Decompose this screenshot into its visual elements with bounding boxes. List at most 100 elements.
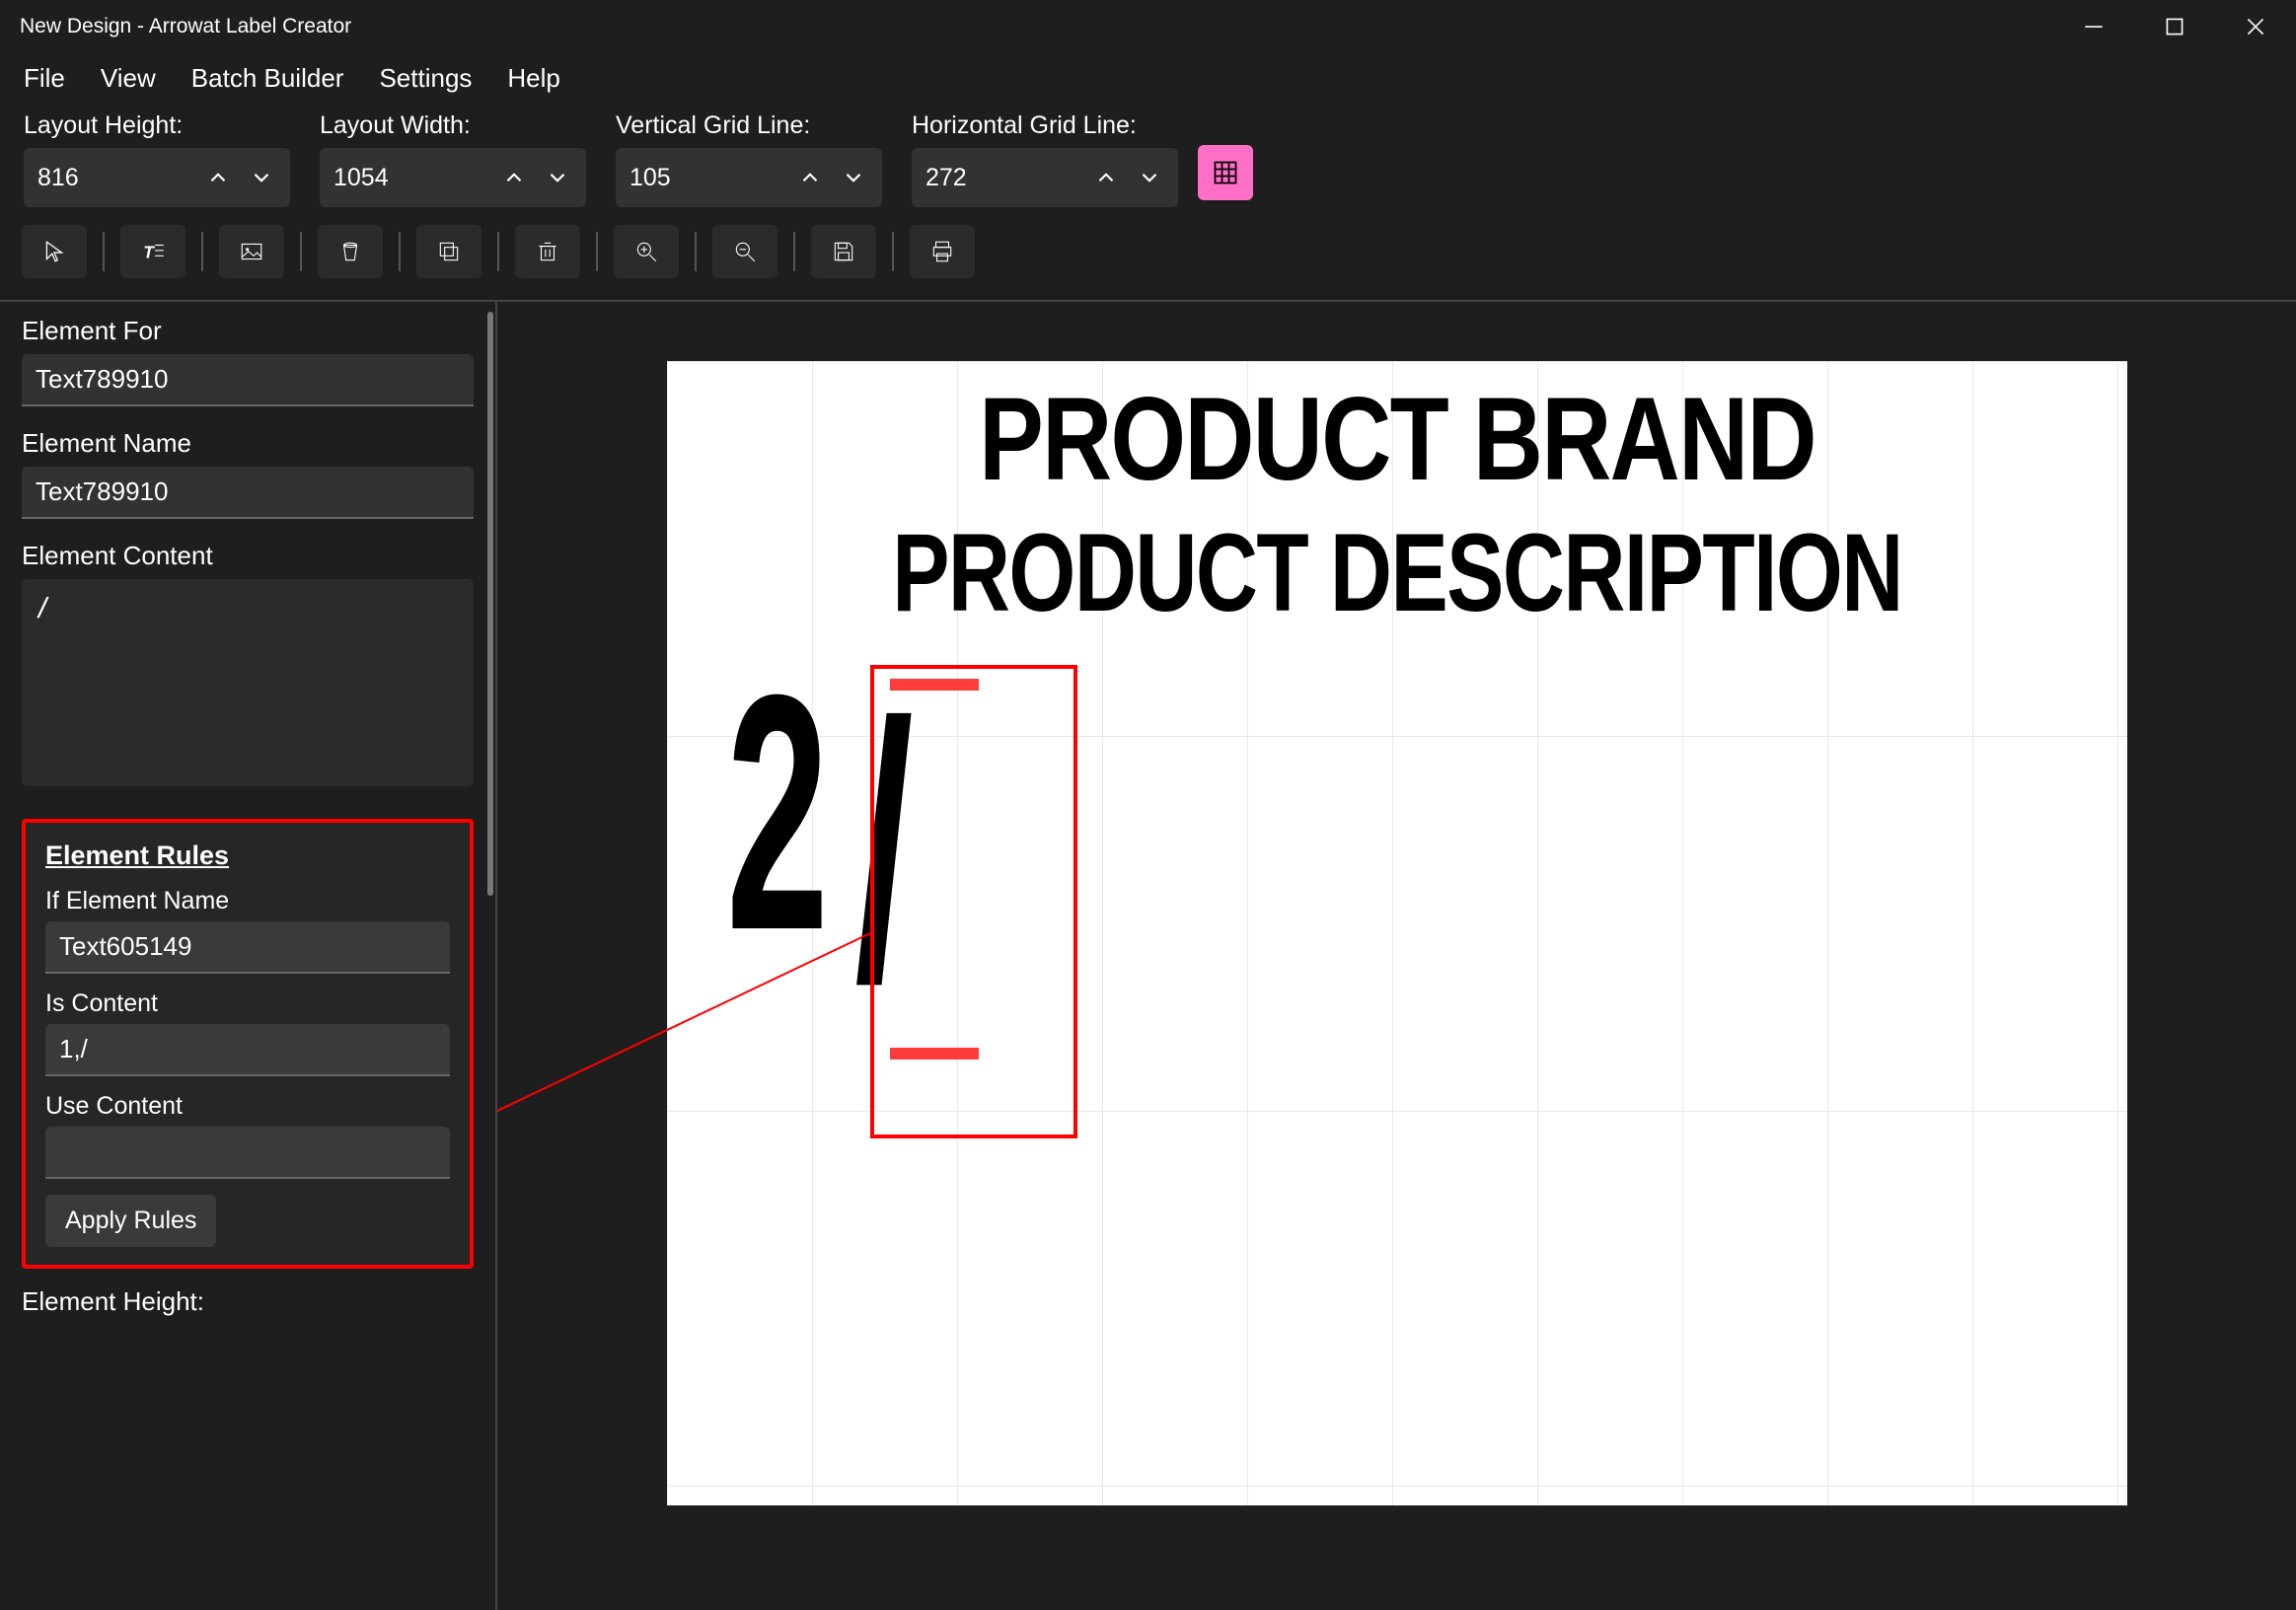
element-content-label: Element Content [22,541,474,571]
toolbar-sep [497,232,499,271]
maximize-button[interactable] [2134,0,2215,53]
maximize-icon [2162,14,2187,39]
chevron-down-icon [1137,165,1162,190]
cursor-tool[interactable] [22,225,87,278]
selection-handle-bottom[interactable] [890,1048,979,1060]
toolbar-sep [695,232,697,271]
vgrid-group: Vertical Grid Line: 105 [616,111,882,207]
sidebar-scrollbar-thumb[interactable] [487,312,493,896]
vgrid-label: Vertical Grid Line: [616,111,882,140]
cursor-icon [41,239,67,264]
window-title: New Design - Arrowat Label Creator [20,15,351,38]
layout-width-input[interactable]: 1054 [320,148,586,207]
text-icon: T [140,239,166,264]
element-for-input[interactable] [22,354,474,406]
layout-height-value: 816 [37,164,197,192]
rules-connector-line [497,933,874,1150]
grid-toggle[interactable] [1198,145,1253,200]
vgrid-input[interactable]: 105 [616,148,882,207]
hgrid-up[interactable] [1085,153,1127,202]
layout-width-label: Layout Width: [320,111,586,140]
vgrid-up[interactable] [789,153,831,202]
is-content-label: Is Content [45,989,450,1018]
chevron-up-icon [205,165,231,190]
chevron-up-icon [1093,165,1119,190]
menu-settings[interactable]: Settings [379,63,472,94]
bucket-tool[interactable] [318,225,383,278]
layout-height-group: Layout Height: 816 [24,111,290,207]
properties-panel: Element For Element Name Element Content… [0,302,497,1610]
if-element-name-input[interactable] [45,921,450,974]
print-icon [929,239,955,264]
toolbar-sep [892,232,894,271]
zoom-out-icon [732,239,758,264]
params-row: Layout Height: 816 Layout Width: 1054 Ve… [0,111,2296,221]
layout-width-up[interactable] [493,153,535,202]
element-for-label: Element For [22,316,474,346]
layout-height-up[interactable] [197,153,239,202]
if-element-name-label: If Element Name [45,887,450,915]
toolbar-sep [399,232,401,271]
menu-file[interactable]: File [24,63,65,94]
toolbar: T [0,221,2296,300]
layout-width-group: Layout Width: 1054 [320,111,586,207]
delete-tool[interactable] [515,225,580,278]
layout-width-down[interactable] [537,153,578,202]
layout-width-value: 1054 [333,164,493,192]
bucket-icon [337,239,363,264]
window-controls [2053,0,2296,53]
save-icon [831,239,856,264]
text-tool[interactable]: T [120,225,185,278]
sidebar-scrollbar[interactable] [487,312,493,1580]
element-rules-title: Element Rules [45,841,450,871]
canvas-area[interactable]: PRODUCT BRAND PRODUCT DESCRIPTION 2 / [497,302,2296,1610]
menu-batch-builder[interactable]: Batch Builder [191,63,344,94]
menubar: File View Batch Builder Settings Help [0,53,2296,111]
titlebar: New Design - Arrowat Label Creator [0,0,2296,53]
is-content-input[interactable] [45,1024,450,1076]
canvas-qty-text[interactable]: 2 [726,645,829,981]
image-icon [239,239,264,264]
menu-help[interactable]: Help [507,63,559,94]
layout-height-down[interactable] [241,153,282,202]
selection-box[interactable] [870,665,1077,1138]
chevron-down-icon [249,165,274,190]
hgrid-input[interactable]: 272 [912,148,1178,207]
svg-text:T: T [143,243,155,262]
element-content-input[interactable] [22,579,474,786]
selection-handle-top[interactable] [890,679,979,691]
trash-icon [535,239,560,264]
image-tool[interactable] [219,225,284,278]
zoom-in-icon [633,239,659,264]
menu-view[interactable]: View [101,63,156,94]
copy-tool[interactable] [416,225,481,278]
main-area: Element For Element Name Element Content… [0,300,2296,1610]
element-name-input[interactable] [22,467,474,519]
canvas-brand-text[interactable]: PRODUCT BRAND [798,371,1996,507]
minimize-button[interactable] [2053,0,2134,53]
chevron-down-icon [841,165,866,190]
toolbar-sep [103,232,105,271]
print-tool[interactable] [910,225,975,278]
zoom-in-tool[interactable] [614,225,679,278]
apply-rules-button[interactable]: Apply Rules [45,1195,216,1247]
minimize-icon [2081,14,2107,39]
layout-height-input[interactable]: 816 [24,148,290,207]
zoom-out-tool[interactable] [712,225,778,278]
toolbar-sep [793,232,795,271]
label-canvas[interactable]: PRODUCT BRAND PRODUCT DESCRIPTION 2 / [667,361,2127,1505]
use-content-label: Use Content [45,1092,450,1121]
toolbar-sep [300,232,302,271]
canvas-description-text[interactable]: PRODUCT DESCRIPTION [827,509,1965,636]
toolbar-sep [201,232,203,271]
layout-height-label: Layout Height: [24,111,290,140]
hgrid-down[interactable] [1129,153,1170,202]
close-button[interactable] [2215,0,2296,53]
hgrid-value: 272 [926,164,1085,192]
chevron-down-icon [545,165,570,190]
app-window: New Design - Arrowat Label Creator File … [0,0,2296,1610]
vgrid-value: 105 [630,164,789,192]
save-tool[interactable] [811,225,876,278]
vgrid-down[interactable] [833,153,874,202]
use-content-input[interactable] [45,1127,450,1179]
